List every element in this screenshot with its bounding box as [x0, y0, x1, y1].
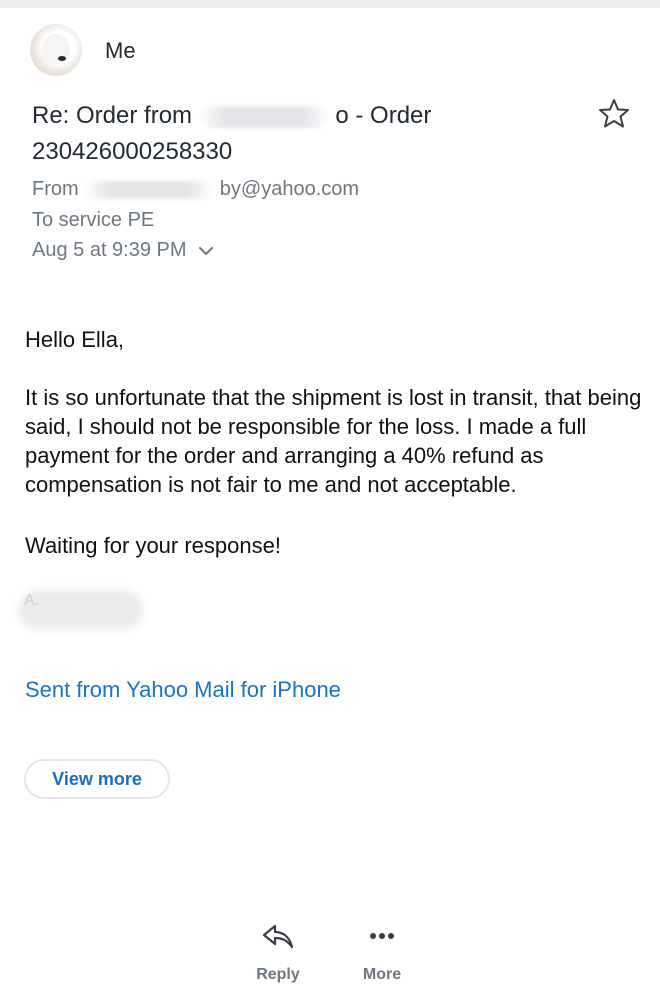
to-line: To service PE — [32, 209, 155, 231]
reply-button[interactable]: Reply — [238, 920, 318, 984]
chevron-down-icon[interactable] — [198, 246, 214, 256]
avatar[interactable] — [30, 24, 82, 76]
message-paragraph: It is so unfortunate that the shipment i… — [25, 385, 642, 497]
sender-name: Me — [105, 38, 136, 63]
reply-label: Reply — [256, 966, 300, 983]
subject-line-2: 230426000258330 — [32, 138, 233, 165]
view-more-button[interactable]: View more — [24, 759, 170, 799]
star-icon[interactable] — [598, 98, 630, 128]
top-shade — [0, 0, 660, 8]
redacted-email — [84, 180, 215, 199]
from-line: From by@yahoo.com — [32, 178, 359, 201]
subject-end: o - Order — [335, 102, 432, 129]
email-subject: Re: Order from o - Order 230426000258330 — [32, 98, 552, 170]
avatar-face — [42, 34, 70, 64]
subject-start: Re: Order from — [32, 102, 193, 129]
reply-icon — [262, 924, 294, 949]
date-line[interactable]: Aug 5 at 9:39 PM — [32, 239, 214, 262]
more-label: More — [362, 966, 402, 983]
greeting: Hello Ella, — [25, 327, 125, 352]
sent-from-link[interactable]: Sent from Yahoo Mail for iPhone — [25, 677, 341, 703]
date-text: Aug 5 at 9:39 PM — [32, 239, 187, 261]
from-label: From — [32, 178, 79, 200]
closing-line: Waiting for your response! — [25, 533, 281, 558]
more-dots-icon — [370, 933, 394, 939]
from-email: by@yahoo.com — [219, 178, 360, 200]
subject-line-1: Re: Order from o - Order — [32, 98, 552, 134]
signature-fragment: A. — [24, 592, 40, 609]
more-button[interactable]: More — [342, 920, 422, 984]
redacted-text — [198, 105, 329, 128]
avatar-nose — [58, 56, 66, 61]
